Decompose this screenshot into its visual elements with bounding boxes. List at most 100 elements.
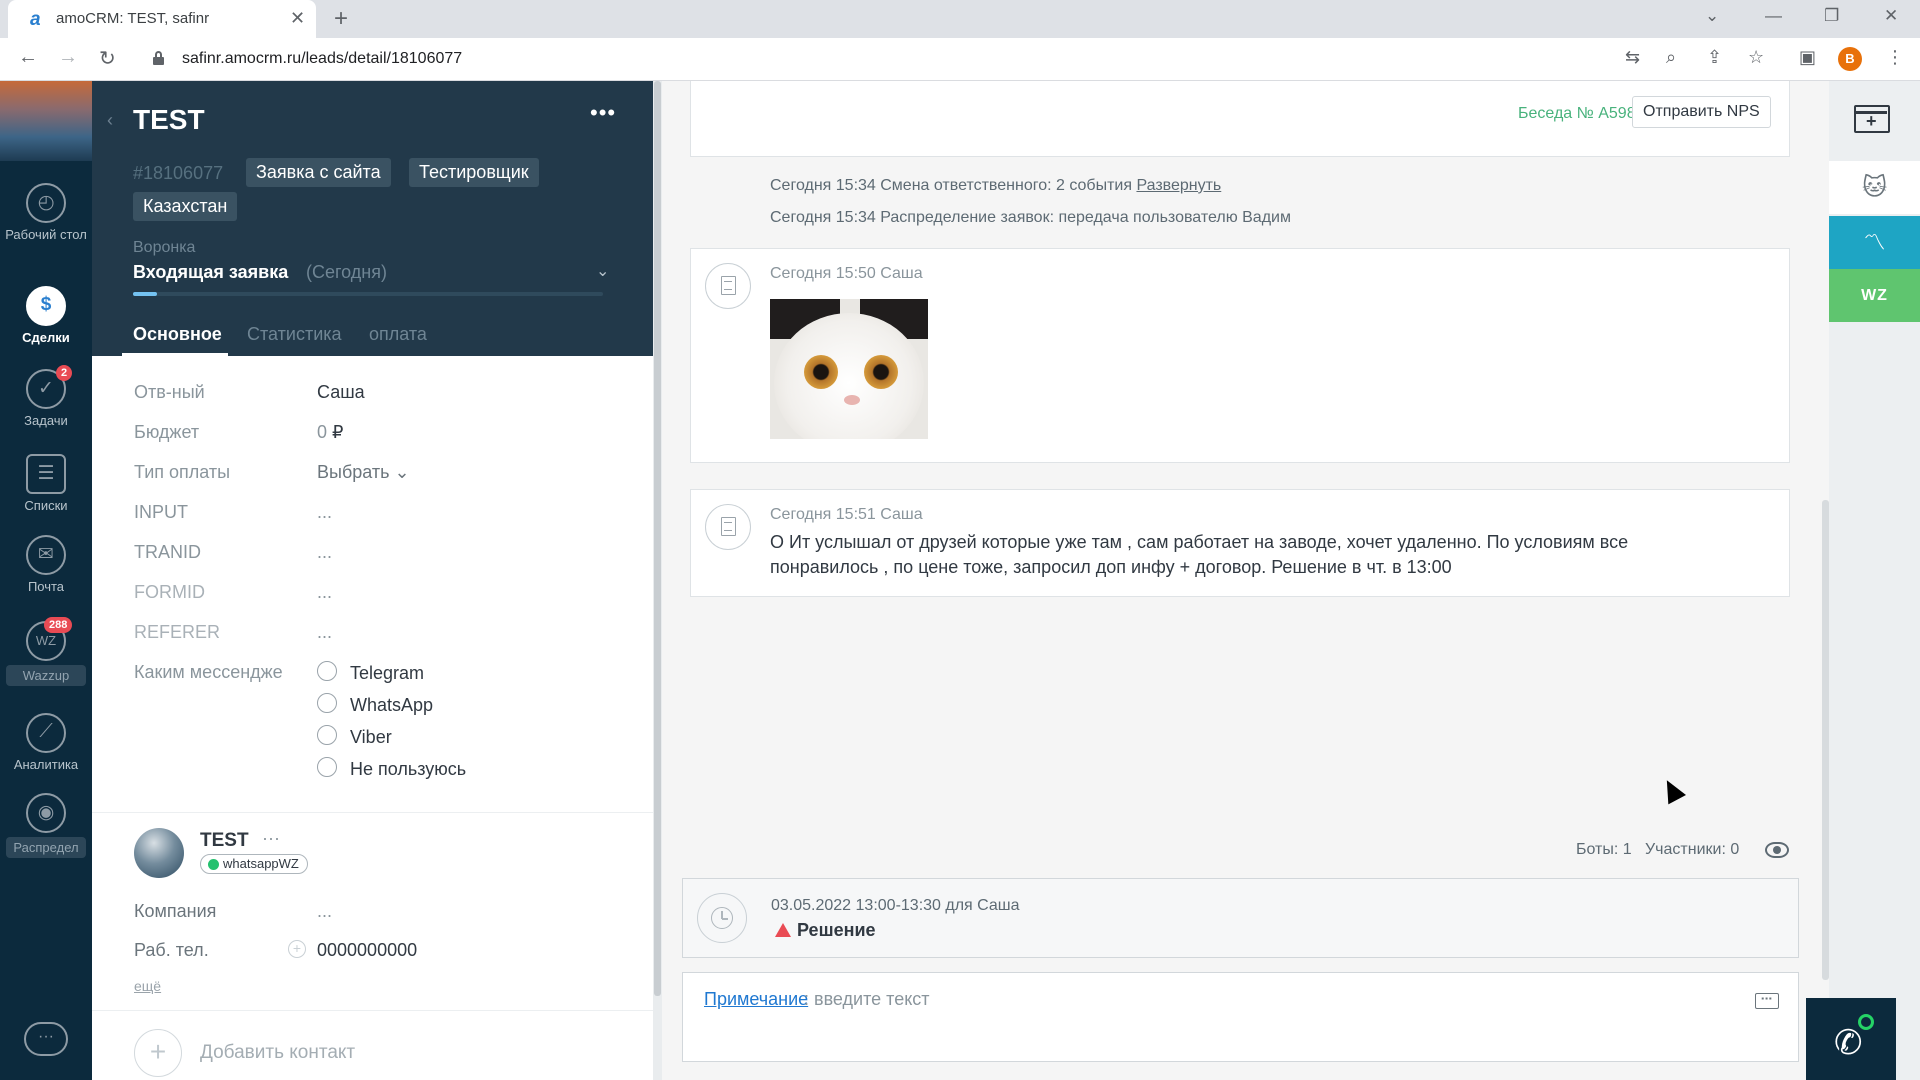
tab-close-icon[interactable]: ✕ [290,8,305,29]
forward-icon[interactable]: → [58,46,78,69]
note-document-icon [705,504,751,550]
contact-channel-badge[interactable]: whatsappWZ [200,854,308,874]
side-panel-icon[interactable]: ▣ [1799,47,1816,68]
chat-bubble-icon[interactable]: ··· [24,1022,68,1056]
expand-link[interactable]: Развернуть [1136,177,1221,194]
radio-telegram-label[interactable]: Telegram [350,663,424,684]
conversation-link[interactable]: Беседа № A5986 [1518,105,1645,123]
browser-tab[interactable]: a amoCRM: TEST, safinr ✕ [8,0,316,38]
add-widget-icon[interactable]: + [1854,105,1890,133]
field-payment-label: Тип оплаты [134,462,231,482]
field-input-value[interactable]: ... [317,502,332,523]
reload-icon[interactable]: ↻ [99,46,116,71]
add-contact-button[interactable]: Добавить контакт [200,1042,355,1064]
eye-icon[interactable] [1765,842,1789,858]
nav-distribution[interactable]: ◉ Распредел [0,793,92,858]
user-avatar[interactable] [0,81,92,161]
browser-tab-strip: a amoCRM: TEST, safinr ✕ + ⌄ — ❐ ✕ [0,0,1920,38]
contact-name[interactable]: TEST [200,830,249,852]
composer-type-link[interactable]: Примечание [704,989,808,1010]
attached-photo[interactable] [770,299,928,439]
zoom-icon[interactable]: ⌕ [1666,47,1676,68]
task-card[interactable]: 03.05.2022 13:00-13:30 для Саша Решение [682,878,1799,958]
chat-participants-stats: Боты: 1 Участники: 0 [1576,841,1740,858]
restore-icon[interactable]: ❐ [1824,6,1839,26]
bookmark-star-icon[interactable]: ☆ [1748,47,1764,68]
radio-none[interactable] [317,757,337,777]
contact-more-icon[interactable]: ··· [262,828,280,849]
translate-icon[interactable]: ⇆ [1625,47,1640,68]
radio-telegram[interactable] [317,661,337,681]
tab-main[interactable]: Основное [133,324,222,345]
tab-statistics[interactable]: Статистика [247,324,342,345]
widget-wazzup[interactable]: WZ [1829,269,1920,322]
lead-tag[interactable]: Заявка с сайта [246,158,391,187]
task-title: Решение [797,920,876,940]
widget-cat-icon[interactable]: 🐱 [1829,161,1920,214]
funnel-label: Воронка [133,239,196,256]
nav-tasks[interactable]: ✓ Задачи 2 [0,365,92,428]
minimize-icon[interactable]: — [1765,6,1782,26]
phone-widget-button[interactable]: ✆ [1806,998,1896,1080]
lead-tag[interactable]: Казахстан [133,192,238,221]
nav-dashboard[interactable]: ◴ Рабочий стол [0,183,92,242]
right-rail: + 🐱 〽 WZ [1829,81,1920,1080]
contact-company-value[interactable]: ... [317,901,332,922]
field-tranid-label: TRANID [134,542,201,562]
more-actions-icon[interactable]: ••• [590,100,616,126]
window-close-icon[interactable]: ✕ [1884,6,1898,26]
funnel-stage-select[interactable]: Входящая заявка [133,262,288,283]
note-card: Сегодня 15:51 Саша О Ит услышал от друзе… [690,489,1790,597]
radio-whatsapp[interactable] [317,693,337,713]
tab-payment[interactable]: оплата [369,324,427,345]
add-contact-plus-icon[interactable]: + [134,1029,182,1077]
send-nps-button[interactable]: Отправить NPS [1632,96,1771,128]
contact-avatar[interactable] [134,828,184,878]
cat-eye [804,355,838,389]
message-meta: Сегодня 15:51 Саша [770,506,923,523]
share-icon[interactable]: ⇪ [1707,47,1722,68]
distribution-icon: ◉ [26,793,66,833]
lead-title[interactable]: TEST [133,104,205,136]
nav-mail-label: Почта [27,579,65,594]
chevron-down-icon[interactable]: ⌄ [596,261,609,281]
contact-phone-value[interactable]: 0000000000 [317,940,417,961]
widget-pulse-icon[interactable]: 〽 [1829,216,1920,269]
lists-icon: ☰ [26,454,66,494]
profile-avatar[interactable]: B [1838,47,1862,71]
analytics-chart-icon: ⟋ [26,713,66,753]
nav-wazzup[interactable]: WZ Wazzup 288 [0,617,92,686]
radio-viber[interactable] [317,725,337,745]
nav-mail[interactable]: ✉ Почта [0,535,92,594]
nav-lists[interactable]: ☰ Списки [0,454,92,513]
event-line: Сегодня 15:34 Распределение заявок: пере… [770,209,1291,226]
note-composer[interactable]: Примечание : введите текст ▪▪▪ [682,972,1799,1062]
panel-scrollbar[interactable] [653,81,662,1080]
new-tab-button[interactable]: + [334,5,348,33]
funnel-progress-track [133,292,603,296]
feed-scrollbar[interactable] [1822,500,1829,980]
radio-none-label[interactable]: Не пользуюсь [350,759,466,780]
lead-tag[interactable]: Тестировщик [409,158,539,187]
contact-more-link[interactable]: ещё [134,978,161,994]
add-phone-icon[interactable]: + [288,940,306,958]
field-tranid-value[interactable]: ... [317,542,332,563]
field-budget-value[interactable]: 0 ₽ [317,422,343,443]
radio-whatsapp-label[interactable]: WhatsApp [350,695,433,716]
field-referer-value[interactable]: ... [317,622,332,643]
payment-type-select[interactable]: Выбрать ⌄ [317,462,410,483]
nav-deals[interactable]: $ Сделки [0,286,92,345]
back-chevron-icon[interactable]: ‹ [107,110,113,131]
scrollbar-thumb[interactable] [654,81,661,996]
composer-input[interactable]: : введите текст [804,989,930,1010]
nav-analytics[interactable]: ⟋ Аналитика [0,713,92,772]
browser-menu-icon[interactable]: ⋮ [1886,47,1904,68]
keyboard-icon[interactable]: ▪▪▪ [1755,993,1779,1009]
field-formid-value[interactable]: ... [317,582,332,603]
address-bar[interactable]: safinr.amocrm.ru/leads/detail/18106077 [140,42,1620,76]
radio-viber-label[interactable]: Viber [350,727,392,748]
tab-search-icon[interactable]: ⌄ [1705,6,1719,26]
back-icon[interactable]: ← [18,46,38,69]
field-responsible-value[interactable]: Саша [317,382,365,403]
lead-id: #18106077 [133,163,224,183]
